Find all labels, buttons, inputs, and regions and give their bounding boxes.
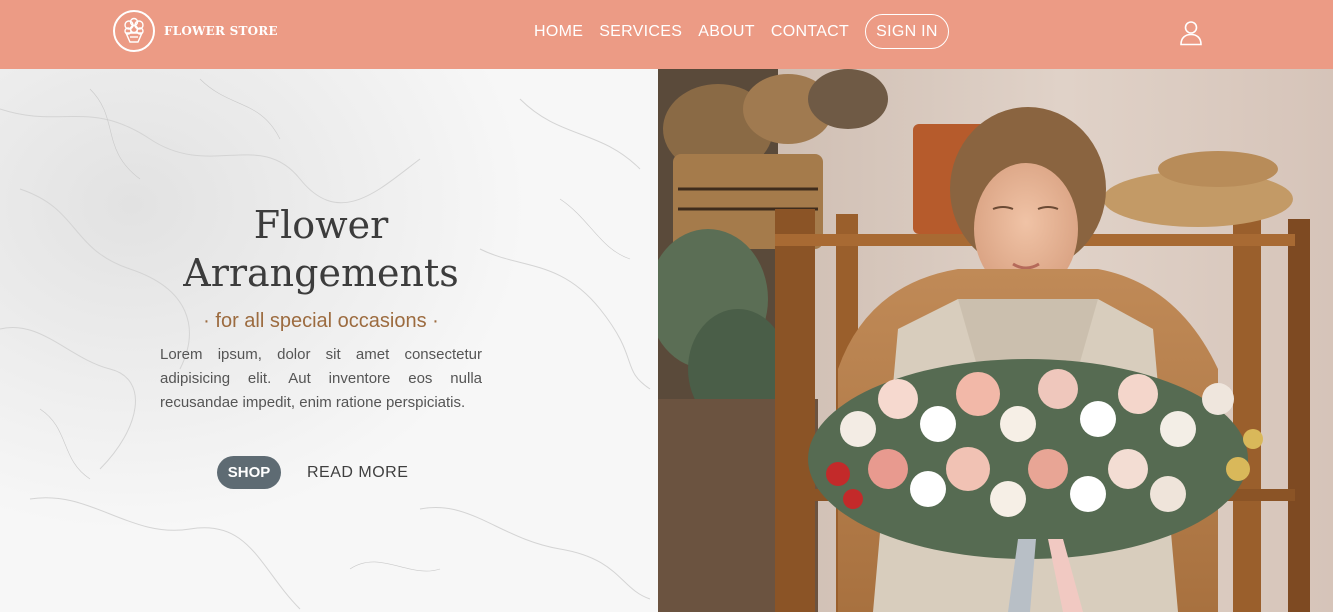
hero-subtitle: · for all special occasions · [203,310,439,332]
brand-name: FLOWER STORE [164,24,278,38]
nav-item-about[interactable]: ABOUT [690,23,763,41]
sign-in-button[interactable]: SIGN IN [865,14,949,49]
marble-background [0,69,658,612]
hero-title-line-2: Arrangements [183,251,459,295]
hero-title: Flower Arrangements [160,201,482,297]
main-nav: HOME SERVICES ABOUT CONTACT SIGN IN [526,14,949,49]
nav-item-home[interactable]: HOME [526,23,591,41]
navbar: FLOWER STORE HOME SERVICES ABOUT CONTACT… [0,0,1333,69]
nav-item-contact[interactable]: CONTACT [763,23,857,41]
nav-item-services[interactable]: SERVICES [591,23,690,41]
user-icon[interactable] [1179,20,1203,46]
read-more-link[interactable]: READ MORE [307,456,408,489]
hero-title-line-1: Flower [253,203,389,247]
hero-description: Lorem ipsum, dolor sit amet consectetur … [160,346,482,411]
hero-text-panel: Flower Arrangements · for all special oc… [0,69,658,612]
florist-photo [658,69,1333,612]
flower-bouquet-icon [113,10,155,52]
shop-button[interactable]: SHOP [217,456,281,489]
brand-logo[interactable]: FLOWER STORE [113,10,278,52]
